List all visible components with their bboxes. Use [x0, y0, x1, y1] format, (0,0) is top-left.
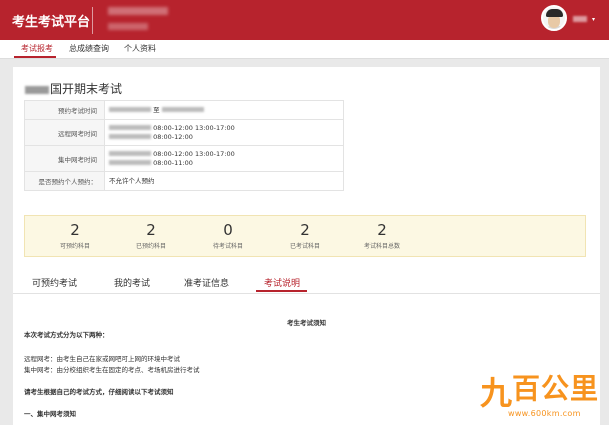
notice-title: 考生考试须知: [287, 319, 326, 327]
organization-name-blurred: [108, 7, 168, 15]
stat-value: 2: [377, 221, 387, 239]
platform-title[interactable]: 考生考试平台: [12, 11, 90, 30]
exam-title-text: 国开期末考试: [50, 82, 123, 96]
stat-label: 考试科目总数: [363, 243, 400, 250]
watermark-glyph: 九: [480, 374, 513, 412]
main-nav: 考试报考 总成绩查询 个人资料: [0, 40, 609, 59]
row-value: 不允许个人预约: [104, 171, 344, 191]
watermark-url: www.600km.com: [508, 409, 581, 418]
tab-bookable-exams[interactable]: 可预约考试: [32, 276, 77, 289]
row-label: 是否预约个人预约：: [24, 171, 105, 191]
row-label: 预约考试时间: [24, 100, 105, 120]
row-label: 远程网考时间: [24, 119, 105, 146]
nav-active-indicator: [14, 56, 56, 58]
user-menu-chevron-down-icon[interactable]: ▾: [592, 17, 595, 23]
header-divider: [92, 7, 93, 34]
user-name-blurred[interactable]: [573, 16, 587, 22]
tab-divider: [13, 293, 600, 294]
top-header-bar: 考生考试平台 ▾: [0, 0, 609, 40]
notice-onsite-exam: 集中网考：由分校组织考生在固定的考点、考场机房进行考试: [24, 366, 200, 374]
watermark-glyph: 公: [541, 372, 570, 405]
tab-exam-instructions[interactable]: 考试说明: [264, 276, 300, 289]
tab-active-indicator: [256, 290, 307, 292]
user-avatar[interactable]: [541, 5, 567, 31]
stat-total-subjects: 2 考试科目总数: [337, 221, 427, 250]
organization-subtitle-blurred: [108, 23, 148, 30]
row-value: 至: [104, 100, 344, 120]
notice-intro: 本次考试方式分为以下两种：: [24, 331, 109, 339]
table-row: 预约考试时间 至: [24, 100, 344, 120]
row-value: 08:00-12:00 13:00-17:00 08:00-12:00: [104, 119, 344, 146]
nav-item-exam-registration[interactable]: 考试报考: [21, 43, 53, 54]
year-blur: [25, 85, 49, 94]
nav-item-profile[interactable]: 个人资料: [124, 43, 156, 54]
table-row: 远程网考时间 08:00-12:00 13:00-17:00 08:00-12:…: [24, 119, 344, 146]
avatar-hair: [546, 9, 563, 17]
notice-reminder: 请考生根据自己的考试方式，仔细阅读以下考试须知: [24, 388, 174, 396]
row-value: 08:00-12:00 13:00-17:00 08:00-11:00: [104, 145, 344, 172]
watermark-glyph: 百: [512, 372, 541, 405]
exam-stats-summary: 2 可预约科目 2 已预约科目 0 待考试科目 2 已考试科目 2 考试科目总数: [24, 215, 586, 257]
row-label: 集中网考时间: [24, 145, 105, 172]
nav-item-grade-query[interactable]: 总成绩查询: [69, 43, 109, 54]
table-row: 是否预约个人预约： 不允许个人预约: [24, 171, 344, 191]
site-watermark: 九 百 公 里 www.600km.com: [478, 371, 609, 425]
exam-title: 国开期末考试: [25, 80, 122, 97]
table-row: 集中网考时间 08:00-12:00 13:00-17:00 08:00-11:…: [24, 145, 344, 172]
exam-schedule-table: 预约考试时间 至 远程网考时间 08:00-12:00 13:00-17:00 …: [24, 100, 344, 191]
notice-remote-exam: 远程网考：由考生自己在家或网吧可上网的环境中考试: [24, 355, 180, 363]
watermark-glyph: 里: [570, 372, 599, 405]
tab-admission-ticket[interactable]: 准考证信息: [184, 276, 229, 289]
tab-my-exams[interactable]: 我的考试: [114, 276, 150, 289]
notice-section-heading: 一、集中网考须知: [24, 410, 76, 418]
